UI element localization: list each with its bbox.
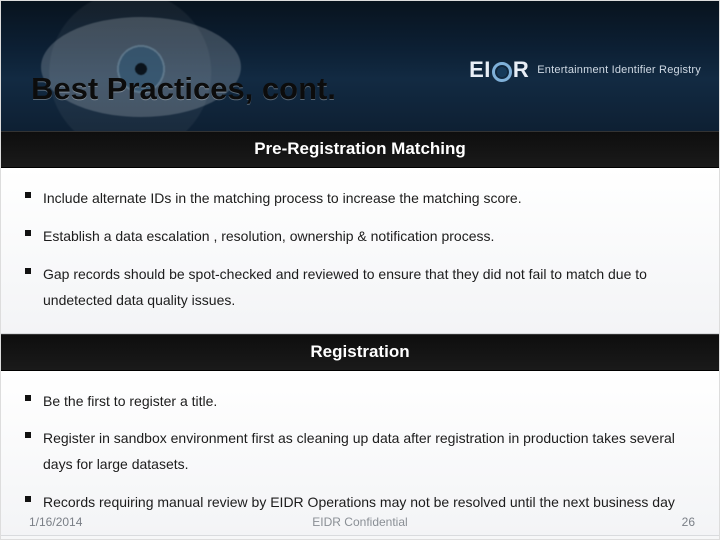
eidr-logo: EI R Entertainment Identifier Registry [469,57,701,83]
list-item: Register in sandbox environment first as… [23,420,697,484]
logo-subtitle: Entertainment Identifier Registry [537,64,701,76]
slide-title: Best Practices, cont. [31,71,336,107]
list-item: Establish a data escalation , resolution… [23,218,697,256]
footer-center: EIDR Confidential [1,515,719,529]
slide: Best Practices, cont. EI R Entertainment… [0,0,720,540]
bullet-list: Include alternate IDs in the matching pr… [23,180,697,320]
section-pre-registration: Include alternate IDs in the matching pr… [1,168,719,334]
slide-footer: 1/16/2014 EIDR Confidential 26 [1,509,719,539]
slide-header: Best Practices, cont. EI R Entertainment… [1,1,719,131]
section-heading: Registration [1,334,719,371]
logo-mark-right: R [513,57,529,83]
slide-body: Pre-Registration Matching Include altern… [1,131,719,536]
logo-mark-left: EI [469,57,491,83]
footer-confidential: EIDR Confidential [312,515,407,529]
logo-mark-ring-icon [492,62,512,82]
list-item: Be the first to register a title. [23,383,697,421]
bullet-list: Be the first to register a title. Regist… [23,383,697,523]
list-item: Include alternate IDs in the matching pr… [23,180,697,218]
list-item: Gap records should be spot-checked and r… [23,256,697,320]
eidr-logo-mark: EI R [469,57,529,83]
section-heading: Pre-Registration Matching [1,131,719,168]
